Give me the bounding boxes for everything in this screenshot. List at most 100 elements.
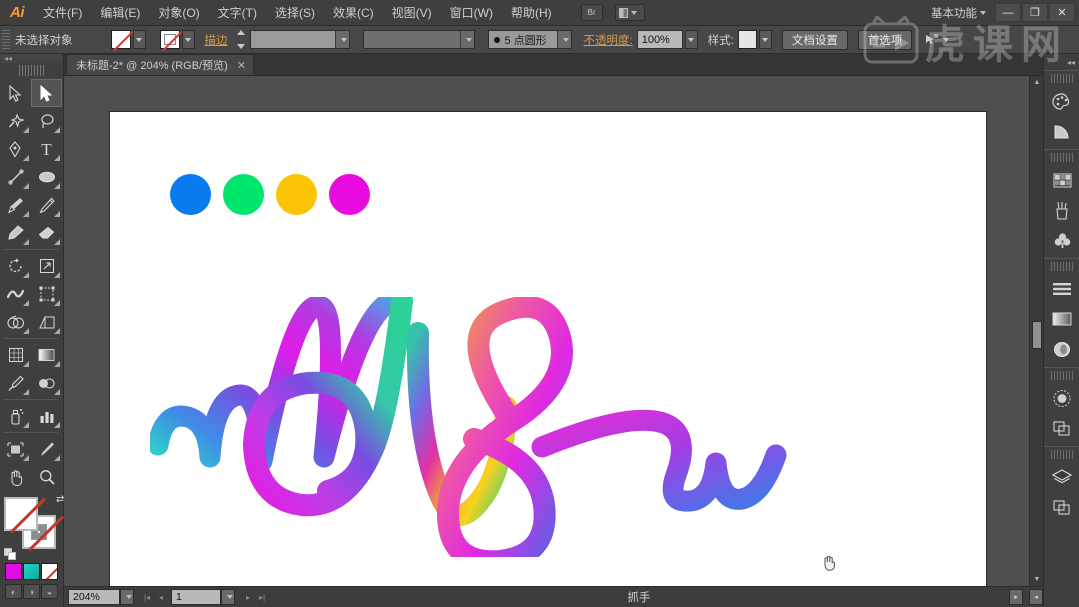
- preferences-button[interactable]: 首选项: [857, 29, 913, 50]
- artboard-number-input[interactable]: 1: [171, 589, 221, 605]
- tool-rotate[interactable]: [0, 252, 31, 280]
- vertical-scroll-thumb[interactable]: [1032, 321, 1042, 349]
- fill-color-swatch[interactable]: [110, 30, 131, 49]
- dock-group-grip-icon[interactable]: [1050, 262, 1073, 271]
- stroke-label[interactable]: 描边: [205, 32, 228, 48]
- circle-green[interactable]: [223, 174, 264, 215]
- menu-window[interactable]: 窗口(W): [441, 0, 502, 26]
- circle-blue[interactable]: [170, 174, 211, 215]
- control-panel-grip-icon[interactable]: [2, 29, 10, 50]
- canvas-area[interactable]: [64, 76, 1043, 586]
- dock-group-grip-icon[interactable]: [1050, 371, 1073, 380]
- dock-group-grip-icon[interactable]: [1050, 74, 1073, 83]
- document-tab[interactable]: 未标题-2* @ 204% (RGB/预览) ✕: [66, 54, 254, 75]
- tool-scale[interactable]: [31, 252, 62, 280]
- tool-column-graph[interactable]: [31, 402, 62, 430]
- gradient-panel-icon[interactable]: [1044, 304, 1079, 334]
- arrange-documents-button[interactable]: [614, 4, 645, 21]
- tools-panel-grip-icon[interactable]: [18, 65, 45, 76]
- tool-blend[interactable]: [31, 369, 62, 397]
- chevron-down-icon[interactable]: [334, 31, 349, 48]
- swatches-panel-icon[interactable]: [1044, 165, 1079, 195]
- tool-direct-selection[interactable]: [31, 79, 62, 107]
- dock-group-grip-icon[interactable]: [1050, 450, 1073, 459]
- artboards-panel-icon[interactable]: [1044, 492, 1079, 522]
- tool-type[interactable]: T: [31, 135, 62, 163]
- last-artboard-button[interactable]: ▸|: [255, 589, 269, 605]
- artwork-618-lettering[interactable]: [150, 297, 890, 557]
- graphic-style-swatch[interactable]: [737, 30, 757, 49]
- chevron-down-icon[interactable]: [459, 31, 474, 48]
- swatch-gradient-teal[interactable]: [23, 563, 40, 580]
- tool-line-segment[interactable]: [0, 163, 31, 191]
- circle-magenta[interactable]: [329, 174, 370, 215]
- tool-width[interactable]: [0, 280, 31, 308]
- tool-hand[interactable]: [0, 463, 31, 491]
- align-panel-icon[interactable]: [1044, 274, 1079, 304]
- tool-blob-brush[interactable]: [0, 219, 31, 247]
- stroke-color-swatch[interactable]: [159, 30, 183, 51]
- scroll-up-icon[interactable]: ▲: [1030, 76, 1044, 89]
- zoom-dropdown-button[interactable]: [120, 589, 134, 605]
- prev-artboard-button[interactable]: ◂: [154, 589, 168, 605]
- transparency-panel-icon[interactable]: [1044, 334, 1079, 364]
- tool-ellipse[interactable]: [31, 163, 62, 191]
- menu-object[interactable]: 对象(O): [149, 0, 208, 26]
- tool-slice[interactable]: [31, 435, 62, 463]
- document-setup-button[interactable]: 文档设置: [781, 29, 848, 50]
- layers-panel-icon[interactable]: [1044, 462, 1079, 492]
- menu-type[interactable]: 文字(T): [209, 0, 266, 26]
- tool-magic-wand[interactable]: [0, 107, 31, 135]
- opacity-label[interactable]: 不透明度:: [584, 32, 633, 48]
- symbols-panel-icon[interactable]: [1044, 225, 1079, 255]
- graphic-styles-panel-icon[interactable]: [1044, 413, 1079, 443]
- opacity-dropdown-button[interactable]: [684, 30, 698, 49]
- default-fill-stroke-icon[interactable]: [4, 548, 17, 561]
- menu-file[interactable]: 文件(F): [34, 0, 91, 26]
- menu-edit[interactable]: 编辑(E): [91, 0, 149, 26]
- toolbar-fill-swatch[interactable]: [4, 497, 38, 531]
- circle-yellow[interactable]: [276, 174, 317, 215]
- color-guide-icon[interactable]: [1044, 116, 1079, 146]
- screen-mode-normal[interactable]: ◐: [5, 584, 22, 599]
- tool-artboard[interactable]: [0, 435, 31, 463]
- swatch-magenta[interactable]: [5, 563, 22, 580]
- fill-dropdown-button[interactable]: [132, 30, 146, 49]
- tool-gradient[interactable]: [31, 341, 62, 369]
- scroll-left-button[interactable]: ◂: [1029, 589, 1043, 605]
- tool-symbol-sprayer[interactable]: [0, 402, 31, 430]
- artboard[interactable]: [109, 111, 987, 586]
- tool-selection[interactable]: [0, 79, 31, 107]
- dock-group-grip-icon[interactable]: [1050, 153, 1073, 162]
- chevron-down-icon[interactable]: [556, 31, 571, 48]
- style-dropdown-button[interactable]: [758, 30, 772, 49]
- opacity-input[interactable]: 100%: [636, 30, 683, 49]
- appearance-panel-icon[interactable]: [1044, 383, 1079, 413]
- select-similar-button[interactable]: [924, 33, 950, 47]
- window-maximize-button[interactable]: ❐: [1022, 3, 1048, 22]
- window-close-button[interactable]: ✕: [1049, 3, 1075, 22]
- tool-zoom[interactable]: [31, 463, 62, 491]
- color-circles-group[interactable]: [170, 174, 382, 215]
- menu-select[interactable]: 选择(S): [266, 0, 324, 26]
- artboard-dropdown-button[interactable]: [221, 589, 235, 605]
- workspace-switcher[interactable]: 基本功能 — ❐ ✕: [931, 3, 1079, 22]
- status-menu-button[interactable]: ▸: [1009, 589, 1023, 605]
- tool-eyedropper[interactable]: [0, 369, 31, 397]
- bridge-button[interactable]: Br: [580, 4, 603, 21]
- menu-help[interactable]: 帮助(H): [502, 0, 561, 26]
- brushes-panel-icon[interactable]: [1044, 195, 1079, 225]
- first-artboard-button[interactable]: |◂: [140, 589, 154, 605]
- tool-paintbrush[interactable]: [0, 191, 31, 219]
- menu-effect[interactable]: 效果(C): [324, 0, 383, 26]
- screen-mode-full-menu[interactable]: ◑: [23, 584, 40, 599]
- stroke-weight-stepper[interactable]: [236, 30, 247, 49]
- tools-panel-collapse-button[interactable]: ◂◂: [0, 54, 63, 63]
- tool-lasso[interactable]: [31, 107, 62, 135]
- tool-free-transform[interactable]: [31, 280, 62, 308]
- canvas-vertical-scrollbar[interactable]: ▲ ▼: [1029, 76, 1043, 586]
- tool-pen[interactable]: [0, 135, 31, 163]
- next-artboard-button[interactable]: ▸: [241, 589, 255, 605]
- window-minimize-button[interactable]: —: [995, 3, 1021, 22]
- stroke-weight-input[interactable]: [249, 30, 350, 49]
